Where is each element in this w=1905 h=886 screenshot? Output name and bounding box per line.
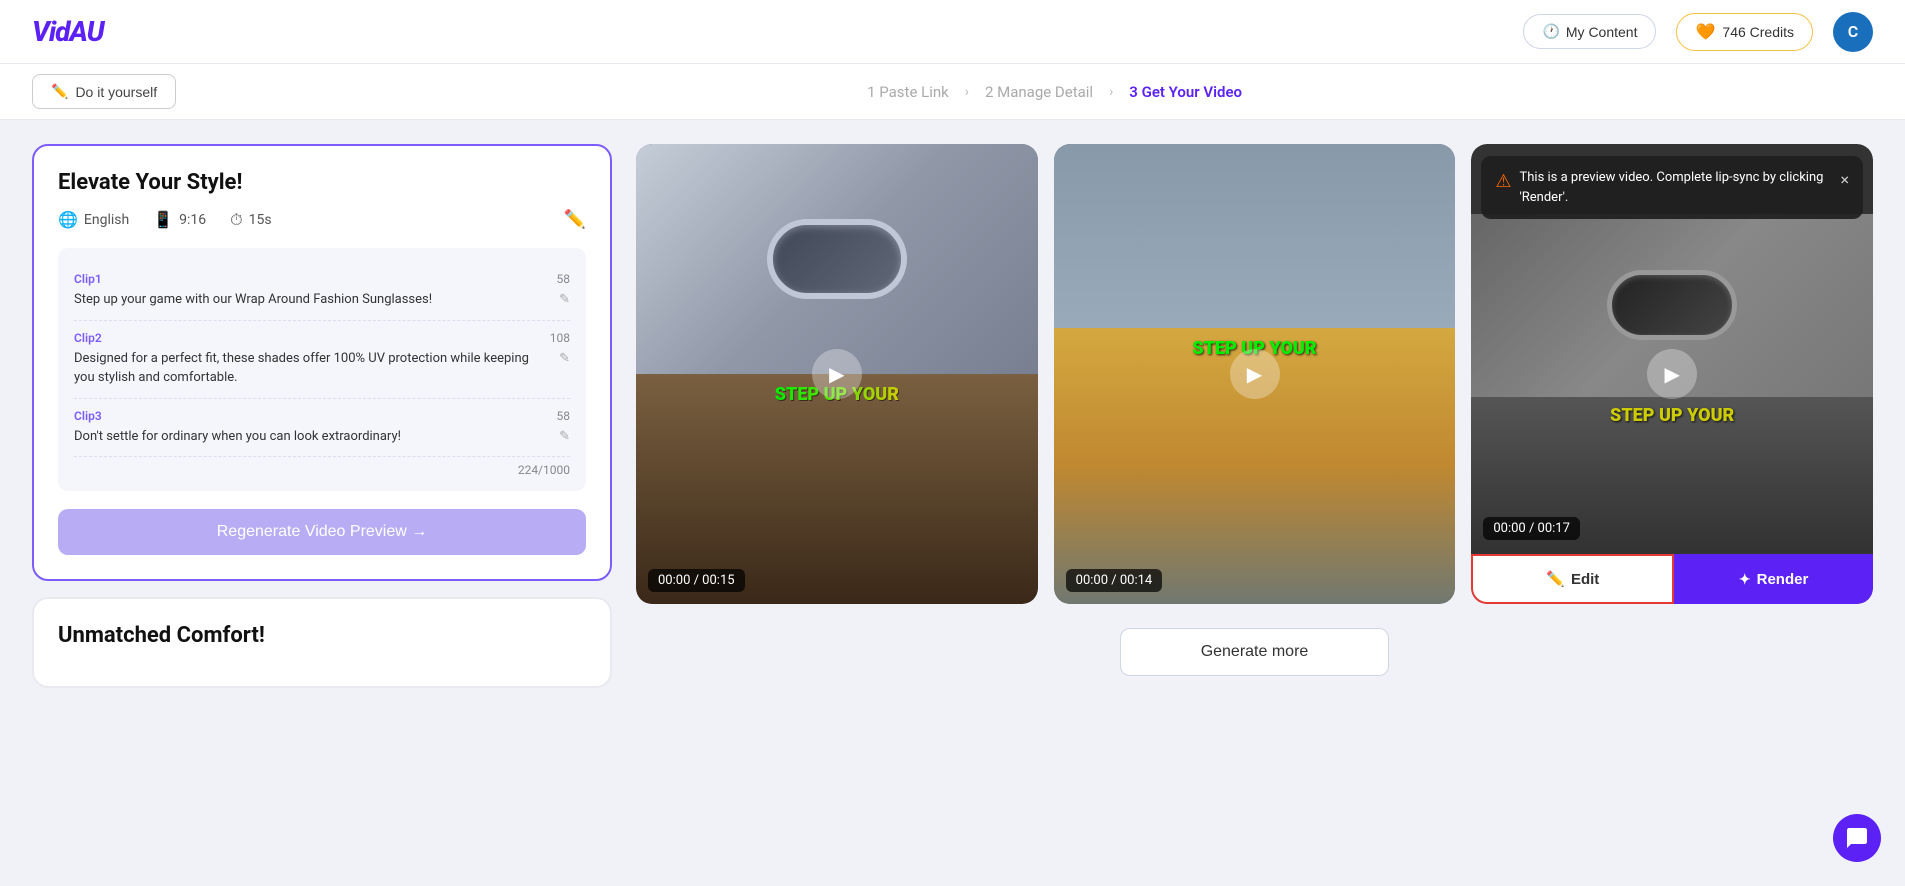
clip1-count: 58 (557, 272, 571, 286)
video2-timer: 00:00 / 00:14 (1066, 569, 1163, 592)
phone-icon: 📱 (153, 210, 173, 229)
video-card-1[interactable]: STEP UP YOUR ▶ 00:00 / 00:15 (636, 144, 1038, 604)
edit-pen-icon: ✏️ (1546, 570, 1565, 588)
render-button[interactable]: ✦ Render (1674, 554, 1873, 604)
script-card-2: Unmatched Comfort! (32, 597, 612, 688)
header: VidAU 🕐 My Content 🧡 746 Credits C (0, 0, 1905, 64)
credits-button[interactable]: 🧡 746 Credits (1676, 13, 1813, 51)
clip2-header: Clip2 108 (74, 331, 570, 345)
video2-play-button[interactable]: ▶ (1230, 349, 1280, 399)
preview-message: This is a preview video. Complete lip-sy… (1519, 168, 1832, 207)
clip2-label: Clip2 (74, 331, 102, 345)
my-content-label: My Content (1566, 24, 1638, 40)
clip1-text: Step up your game with our Wrap Around F… (74, 290, 570, 310)
card2-title: Unmatched Comfort! (58, 623, 586, 648)
clip2-count: 108 (550, 331, 570, 345)
meta-aspect: 📱 9:16 (153, 210, 206, 229)
arrow-2: › (1109, 84, 1113, 100)
duration-label: 15s (249, 212, 272, 228)
clip3-label: Clip3 (74, 409, 102, 423)
right-panel: STEP UP YOUR ▶ 00:00 / 00:15 STEP UP YOU… (636, 144, 1873, 676)
step3-label: 3 Get Your Video (1129, 83, 1242, 101)
generate-more-row: Generate more (636, 628, 1873, 676)
videos-row: STEP UP YOUR ▶ 00:00 / 00:15 STEP UP YOU… (636, 144, 1873, 604)
step-3: 3 Get Your Video (1129, 83, 1242, 101)
do-yourself-button[interactable]: ✏️ Do it yourself (32, 74, 176, 109)
edit-icon: ✏️ (51, 83, 68, 100)
clip1-header: Clip1 58 (74, 272, 570, 286)
logo: VidAU (32, 15, 104, 48)
steps-nav: ✏️ Do it yourself 1 Paste Link › 2 Manag… (0, 64, 1905, 120)
star-icon: ✦ (1739, 571, 1751, 588)
chat-icon (1845, 826, 1869, 850)
aspect-label: 9:16 (179, 212, 206, 228)
clip3-count: 58 (557, 409, 571, 423)
card-edit-icon[interactable]: ✏️ (564, 209, 586, 230)
clip1-edit-icon[interactable]: ✎ (559, 290, 570, 310)
clip3-edit-icon[interactable]: ✎ (559, 427, 570, 447)
arrow-1: › (965, 84, 969, 100)
video1-timer: 00:00 / 00:15 (648, 569, 745, 592)
step-2: 2 Manage Detail (985, 83, 1093, 101)
clip3-header: Clip3 58 (74, 409, 570, 423)
video3-play-button[interactable]: ▶ (1647, 349, 1697, 399)
clips-container: Clip1 58 Step up your game with our Wrap… (58, 248, 586, 491)
meta-language: 🌐 English (58, 210, 129, 229)
generate-more-button[interactable]: Generate more (1120, 628, 1390, 676)
main-content: Elevate Your Style! 🌐 English 📱 9:16 ⏱ 1… (0, 120, 1905, 712)
card1-meta: 🌐 English 📱 9:16 ⏱ 15s ✏️ (58, 209, 586, 230)
video1-play-button[interactable]: ▶ (812, 349, 862, 399)
steps-list: 1 Paste Link › 2 Manage Detail › 3 Get Y… (236, 83, 1873, 101)
header-right: 🕐 My Content 🧡 746 Credits C (1523, 12, 1873, 52)
do-yourself-label: Do it yourself (75, 84, 157, 100)
video-card-2[interactable]: STEP UP YOUR ▶ 00:00 / 00:14 (1054, 144, 1456, 604)
generate-more-label: Generate more (1201, 643, 1309, 660)
step-1: 1 Paste Link (867, 83, 949, 101)
regenerate-button[interactable]: Regenerate Video Preview → (58, 509, 586, 555)
chat-bubble-button[interactable] (1833, 814, 1881, 862)
video3-timer: 00:00 / 00:17 (1483, 517, 1580, 540)
preview-close-icon[interactable]: × (1840, 168, 1849, 192)
clip3-text: Don't settle for ordinary when you can l… (74, 427, 570, 447)
avatar[interactable]: C (1833, 12, 1873, 52)
meta-duration: ⏱ 15s (230, 210, 271, 230)
script-card-1: Elevate Your Style! 🌐 English 📱 9:16 ⏱ 1… (32, 144, 612, 581)
clock-icon: 🕐 (1542, 23, 1559, 40)
clip1-label: Clip1 (74, 272, 102, 286)
my-content-button[interactable]: 🕐 My Content (1523, 14, 1656, 49)
video3-overlay: STEP UP YOUR (1610, 405, 1734, 426)
language-label: English (84, 212, 129, 228)
clip-item-1: Clip1 58 Step up your game with our Wrap… (74, 262, 570, 321)
warning-icon: ⚠ (1495, 168, 1511, 195)
globe-icon: 🌐 (58, 210, 78, 229)
step1-label: 1 Paste Link (867, 83, 949, 101)
char-count: 224/1000 (74, 463, 570, 477)
card1-title: Elevate Your Style! (58, 170, 586, 195)
heart-icon: 🧡 (1695, 22, 1715, 42)
regen-label: Regenerate Video Preview → (217, 523, 428, 541)
edit-button[interactable]: ✏️ Edit (1471, 554, 1674, 604)
credits-label: 746 Credits (1722, 24, 1794, 40)
step2-label: 2 Manage Detail (985, 83, 1093, 101)
video-actions: ✏️ Edit ✦ Render (1471, 554, 1873, 604)
edit-label: Edit (1571, 571, 1599, 588)
render-label: Render (1757, 571, 1809, 588)
clip2-text: Designed for a perfect fit, these shades… (74, 349, 570, 388)
clip2-edit-icon[interactable]: ✎ (559, 349, 570, 369)
preview-tooltip: ⚠ This is a preview video. Complete lip-… (1481, 156, 1863, 219)
clip-item-2: Clip2 108 Designed for a perfect fit, th… (74, 321, 570, 399)
video-card-3[interactable]: ⚠ This is a preview video. Complete lip-… (1471, 144, 1873, 604)
timer-icon: ⏱ (230, 210, 242, 230)
clip-item-3: Clip3 58 Don't settle for ordinary when … (74, 399, 570, 458)
left-panel: Elevate Your Style! 🌐 English 📱 9:16 ⏱ 1… (32, 144, 612, 688)
